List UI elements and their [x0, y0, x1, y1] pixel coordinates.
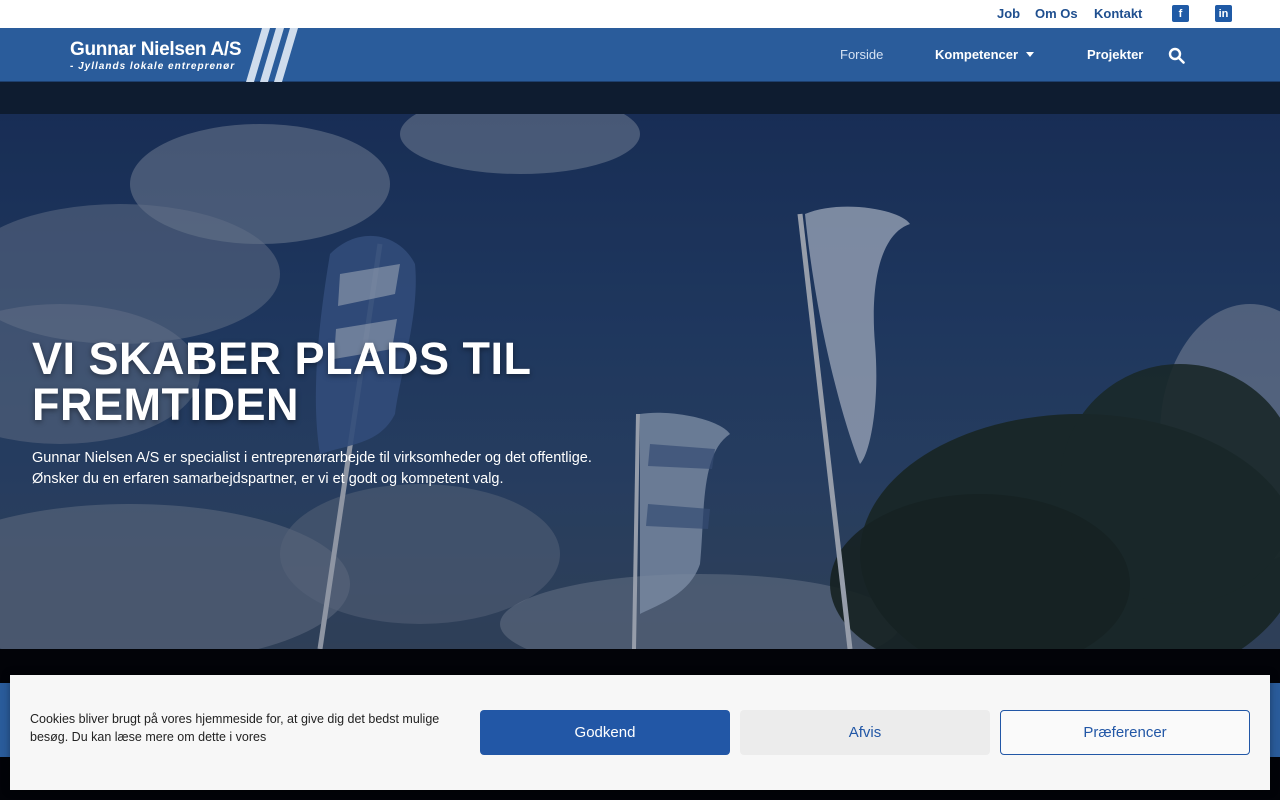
accept-cookies-button[interactable]: Godkend [480, 710, 730, 755]
brand-name: Gunnar Nielsen A/S [70, 39, 242, 60]
linkedin-icon[interactable]: in [1215, 5, 1232, 22]
hero-line-2: Ønsker du en erfaren samarbejdspartner, … [32, 471, 504, 487]
search-icon[interactable] [1168, 47, 1185, 64]
header-spacer-band [0, 82, 1280, 114]
cookie-message: Cookies bliver brugt på vores hjemmeside… [30, 712, 440, 744]
job-link[interactable]: Job [997, 6, 1020, 21]
nav-item-kompetencer[interactable]: Kompetencer [935, 47, 1035, 62]
hero-description: Gunnar Nielsen A/S er specialist i entre… [32, 448, 602, 490]
site-logo[interactable]: Gunnar Nielsen A/S - Jyllands lokale ent… [70, 39, 242, 73]
deny-cookies-button[interactable]: Afvis [740, 710, 990, 755]
facebook-icon[interactable]: f [1172, 5, 1189, 22]
nav-item-projekter[interactable]: Projekter [1087, 47, 1143, 62]
om-os-link[interactable]: Om Os [1035, 6, 1078, 21]
blue-section-edge-right [1270, 683, 1280, 757]
main-navigation: Gunnar Nielsen A/S - Jyllands lokale ent… [0, 28, 1280, 82]
kontakt-link[interactable]: Kontakt [1094, 6, 1142, 21]
top-utility-bar: Job Om Os Kontakt f in [0, 0, 1280, 28]
cookie-consent-banner: Cookies bliver brugt på vores hjemmeside… [10, 675, 1270, 790]
nav-item-kompetencer-label: Kompetencer [935, 47, 1019, 62]
nav-item-forside[interactable]: Forside [840, 47, 883, 62]
caret-down-icon [1026, 52, 1035, 57]
brand-tagline: - Jyllands lokale entreprenør [70, 61, 236, 72]
hero-section: VI SKABER PLADS TIL FREMTIDEN Gunnar Nie… [0, 114, 1280, 649]
logo-stripes-icon [246, 28, 298, 82]
cookie-preferences-button[interactable]: Præferencer [1000, 710, 1250, 755]
hero-line-1: Gunnar Nielsen A/S er specialist i entre… [32, 450, 592, 466]
hero-title: VI SKABER PLADS TIL FREMTIDEN [32, 333, 531, 430]
blue-section-edge-left [0, 683, 10, 757]
